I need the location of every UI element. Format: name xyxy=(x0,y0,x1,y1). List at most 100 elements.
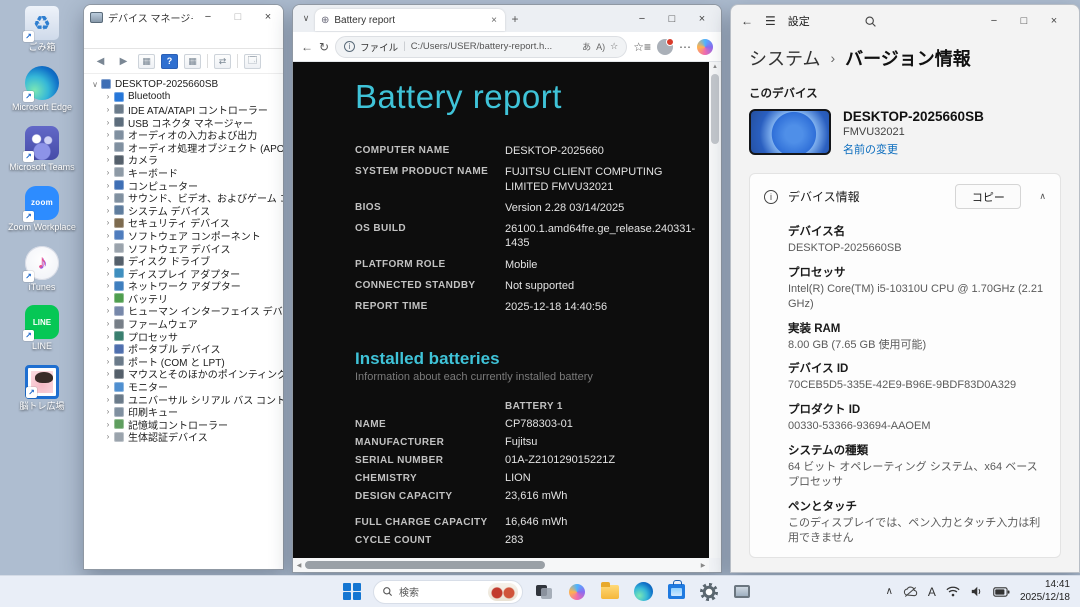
expand-chevron-icon[interactable]: › xyxy=(103,218,113,227)
tray-chevron-icon[interactable]: ∧ xyxy=(886,586,893,597)
minimize-button[interactable]: − xyxy=(979,10,1009,32)
expand-chevron-icon[interactable]: › xyxy=(103,382,113,391)
scroll-up-icon[interactable]: ▲ xyxy=(709,62,721,72)
desktop-icon[interactable]: ↗ LINE xyxy=(6,305,78,352)
expand-chevron-icon[interactable]: › xyxy=(103,269,113,278)
page-info-icon[interactable]: i xyxy=(344,41,356,52)
close-button[interactable]: × xyxy=(1039,10,1069,32)
expand-chevron-icon[interactable]: › xyxy=(103,244,113,253)
expand-chevron-icon[interactable]: › xyxy=(103,130,113,139)
expand-chevron-icon[interactable]: › xyxy=(103,105,113,114)
expand-chevron-icon[interactable]: › xyxy=(103,181,113,190)
volume-icon[interactable] xyxy=(970,586,983,597)
expand-chevron-icon[interactable]: › xyxy=(103,143,113,152)
vertical-scroll-thumb[interactable] xyxy=(711,74,719,144)
maximize-button[interactable]: □ xyxy=(1009,10,1039,32)
tab-close-icon[interactable]: × xyxy=(489,15,499,26)
properties-icon[interactable]: ▦ xyxy=(184,53,201,69)
back-icon[interactable]: ← xyxy=(301,40,313,54)
vertical-scrollbar[interactable]: ▲ xyxy=(709,62,721,558)
taskbar-clock[interactable]: 14:41 2025/12/18 xyxy=(1020,579,1070,604)
desktop-icon[interactable]: ↗ 脳トレ広場 xyxy=(6,365,78,412)
expand-chevron-icon[interactable]: › xyxy=(103,281,113,290)
copilot-button[interactable] xyxy=(565,580,589,604)
desktop-icon[interactable]: ↗ ごみ箱 xyxy=(6,6,78,53)
close-button[interactable]: × xyxy=(687,8,717,30)
expand-chevron-icon[interactable]: › xyxy=(103,344,113,353)
expand-chevron-icon[interactable]: › xyxy=(103,306,113,315)
start-button[interactable] xyxy=(340,580,364,604)
maximize-button[interactable]: □ xyxy=(657,8,687,30)
expand-chevron-icon[interactable]: › xyxy=(103,395,113,404)
navigate-back-icon[interactable]: ◀ xyxy=(92,54,109,69)
ime-mode-indicator[interactable]: A xyxy=(928,585,936,599)
favorite-star-icon[interactable]: ☆ xyxy=(610,41,618,52)
horizontal-scrollbar[interactable]: ◀ ▶ xyxy=(293,558,709,572)
refresh-icon[interactable]: ↻ xyxy=(319,40,329,54)
device-manager-taskbar-button[interactable] xyxy=(730,580,754,604)
settings-button[interactable] xyxy=(697,580,721,604)
translate-icon[interactable]: あ xyxy=(582,40,591,53)
hamburger-menu-icon[interactable]: ☰ xyxy=(765,14,776,28)
microsoft-store-button[interactable] xyxy=(664,580,688,604)
search-highlight-image[interactable] xyxy=(488,582,518,601)
url-text[interactable]: C:/Users/USER/battery-report.h... xyxy=(411,41,577,52)
read-aloud-icon[interactable]: A) xyxy=(596,42,605,52)
copy-button[interactable]: コピー xyxy=(955,184,1022,209)
expand-chevron-icon[interactable]: › xyxy=(103,231,113,240)
expand-chevron-icon[interactable]: › xyxy=(103,193,113,202)
device-manager-titlebar[interactable]: デバイス マネージャー − □ × xyxy=(84,5,283,29)
scan-hardware-icon[interactable]: ⇄ xyxy=(214,53,231,69)
desktop-icon[interactable]: ↗ iTunes xyxy=(6,245,78,293)
horizontal-scroll-thumb[interactable] xyxy=(305,561,545,569)
tree-item[interactable]: › 生体認証デバイス xyxy=(103,431,283,444)
scroll-right-icon[interactable]: ▶ xyxy=(697,562,709,569)
address-bar[interactable]: i ファイル | C:/Users/USER/battery-report.h.… xyxy=(335,35,628,58)
tree-root[interactable]: ∨ DESKTOP-2025660SB xyxy=(90,78,283,91)
console-tree-icon[interactable]: ▦ xyxy=(138,53,155,69)
expand-chevron-icon[interactable]: › xyxy=(103,118,113,127)
help-icon[interactable]: ? xyxy=(161,53,178,69)
expand-chevron-icon[interactable]: › xyxy=(103,420,113,429)
collapse-chevron-icon[interactable]: ∨ xyxy=(90,80,100,89)
device-info-header[interactable]: i デバイス情報 コピー ∧ xyxy=(764,184,1046,209)
favorites-bar-icon[interactable]: ☆≡ xyxy=(633,40,651,54)
desktop-icon[interactable]: ↗ Microsoft Edge xyxy=(6,65,78,113)
onedrive-paused-icon[interactable] xyxy=(903,586,918,598)
expand-chevron-icon[interactable]: › xyxy=(103,206,113,215)
expand-chevron-icon[interactable]: › xyxy=(103,407,113,416)
taskbar-search[interactable]: 検索 xyxy=(373,579,523,604)
desktop-icon[interactable]: ↗ Microsoft Teams xyxy=(6,125,78,173)
settings-titlebar[interactable]: ← ☰ 設定 − □ × xyxy=(731,5,1079,37)
back-icon[interactable]: ← xyxy=(741,14,753,28)
expand-chevron-icon[interactable]: › xyxy=(103,332,113,341)
minimize-button[interactable]: − xyxy=(193,6,223,28)
search-icon[interactable] xyxy=(864,15,877,28)
wifi-icon[interactable] xyxy=(946,586,960,597)
file-explorer-button[interactable] xyxy=(598,580,622,604)
copilot-icon[interactable] xyxy=(697,38,713,55)
desktop-icon[interactable]: ↗ Zoom Workplace xyxy=(6,185,78,233)
new-tab-button[interactable]: + xyxy=(505,12,525,26)
battery-icon[interactable] xyxy=(993,586,1010,597)
scroll-left-icon[interactable]: ◀ xyxy=(293,562,305,569)
expand-chevron-icon[interactable]: › xyxy=(103,319,113,328)
expand-chevron-icon[interactable]: › xyxy=(103,357,113,366)
expand-chevron-icon[interactable]: › xyxy=(103,432,113,441)
profile-avatar[interactable] xyxy=(657,37,674,55)
maximize-button[interactable]: □ xyxy=(223,6,253,28)
close-button[interactable]: × xyxy=(253,6,283,28)
expand-chevron-icon[interactable]: › xyxy=(103,155,113,164)
expand-chevron-icon[interactable]: › xyxy=(103,369,113,378)
minimize-button[interactable]: − xyxy=(627,8,657,30)
breadcrumb-system[interactable]: システム xyxy=(749,45,820,71)
chevron-up-icon[interactable]: ∧ xyxy=(1039,191,1046,202)
tab-battery-report[interactable]: ⊕ Battery report × xyxy=(315,9,505,31)
expand-chevron-icon[interactable]: › xyxy=(103,294,113,303)
expand-chevron-icon[interactable]: › xyxy=(103,168,113,177)
expand-chevron-icon[interactable]: › xyxy=(103,256,113,265)
edge-button[interactable] xyxy=(631,580,655,604)
rename-device-link[interactable]: 名前の変更 xyxy=(843,141,984,157)
tab-search-chevron-icon[interactable]: ∨ xyxy=(297,13,315,24)
task-view-button[interactable] xyxy=(532,580,556,604)
